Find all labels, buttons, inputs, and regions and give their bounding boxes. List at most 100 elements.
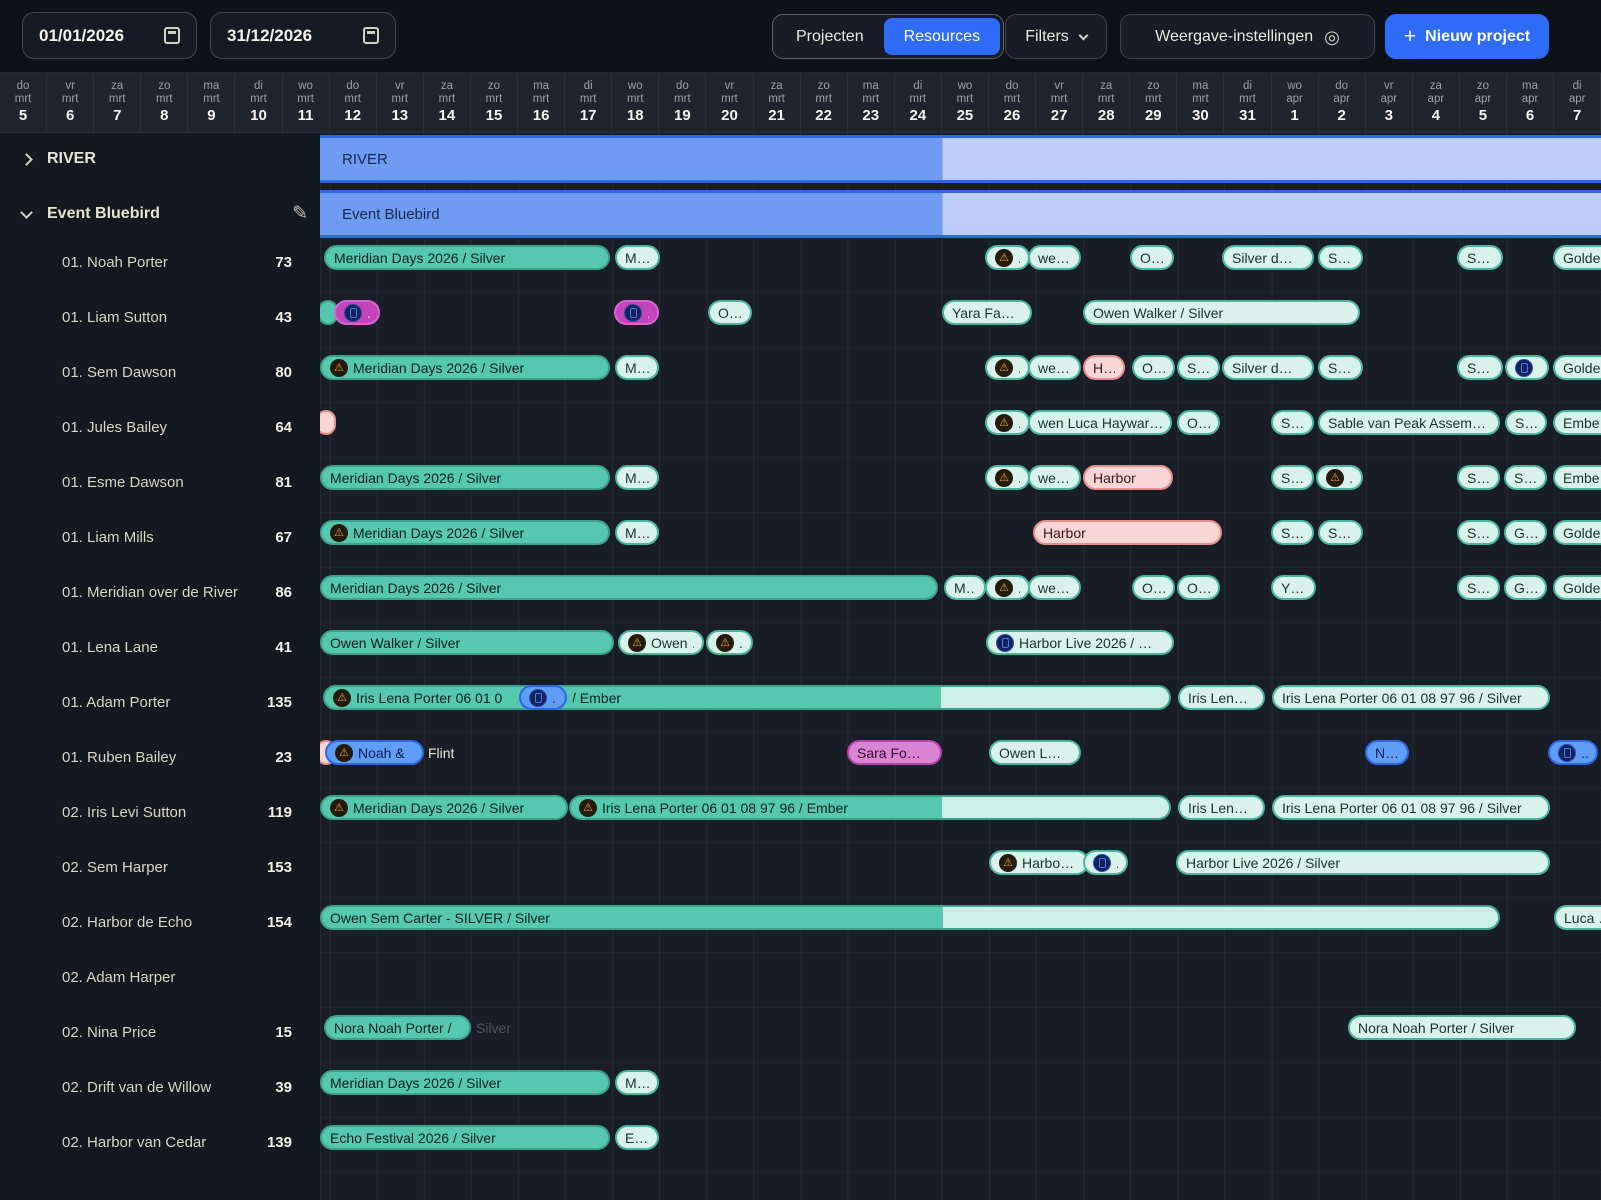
timeline-bar[interactable]: Meridian Days 2026 / Silver bbox=[320, 465, 610, 490]
timeline-bar[interactable]: Luca … bbox=[1554, 905, 1601, 930]
group-bar-event-bluebird[interactable]: Event Bluebird bbox=[320, 193, 1601, 235]
timeline-bar[interactable]: Iris Lena Porter 06 01 08 97 96 / Silver bbox=[1272, 685, 1550, 710]
resource-row[interactable]: 02. Adam Harper bbox=[0, 953, 320, 1008]
resource-row[interactable]: 01. Meridian over de River86 bbox=[0, 568, 320, 623]
timeline-bar[interactable]: Sara Fo… bbox=[847, 740, 942, 765]
resource-row[interactable]: 01. Adam Porter135 bbox=[0, 678, 320, 733]
timeline-bar[interactable]: ⚠Harbo… bbox=[989, 850, 1089, 875]
nieuw-project-button[interactable]: + Nieuw project bbox=[1385, 14, 1549, 59]
timeline-bar[interactable]: we… bbox=[1028, 245, 1081, 270]
timeline-bar[interactable]: Golde… bbox=[1553, 520, 1601, 545]
timeline-bar[interactable]: ⚠.. bbox=[985, 465, 1030, 490]
timeline-bar[interactable]: we… bbox=[1028, 355, 1081, 380]
timeline-bar[interactable]: wen Luca Haywar… bbox=[1028, 410, 1172, 435]
timeline-bar[interactable]: S… bbox=[1271, 465, 1314, 490]
timeline-bar[interactable]: Iris Len… bbox=[1178, 685, 1265, 710]
timeline-bar[interactable]: . bbox=[334, 300, 380, 325]
date-from-input[interactable]: 01/01/2026 bbox=[22, 12, 197, 59]
filters-button[interactable]: Filters bbox=[1005, 14, 1107, 59]
timeline-bar[interactable]: O… bbox=[1177, 410, 1220, 435]
timeline-bar[interactable]: Embe… bbox=[1553, 465, 1601, 490]
resource-row[interactable]: 02. Nina Price15 bbox=[0, 1008, 320, 1063]
timeline-bar[interactable]: Golde… bbox=[1553, 575, 1601, 600]
timeline-bar[interactable]: O… bbox=[1130, 245, 1174, 270]
timeline-bar[interactable]: S… bbox=[1457, 520, 1500, 545]
resource-row[interactable]: 01. Ruben Bailey23 bbox=[0, 733, 320, 788]
timeline-bar[interactable]: Harbor Live 2026 / Silver bbox=[1176, 850, 1550, 875]
timeline-bar[interactable]: O… bbox=[1132, 575, 1175, 600]
timeline-bar[interactable]: E… bbox=[615, 1125, 659, 1150]
timeline-bar[interactable]: Yara Fa… bbox=[942, 300, 1032, 325]
timeline-bar[interactable]: ⚠Meridian Days 2026 / Silver bbox=[320, 795, 568, 820]
timeline-bar[interactable]: .. bbox=[1548, 740, 1598, 765]
timeline-bar[interactable]: Y… bbox=[1271, 575, 1316, 600]
sidebar-group-river[interactable]: RIVER bbox=[0, 135, 320, 183]
timeline-bar[interactable]: S… bbox=[1271, 410, 1314, 435]
timeline-bar[interactable]: S… bbox=[1457, 575, 1500, 600]
timeline-bar[interactable]: N… bbox=[1365, 740, 1409, 765]
timeline-bar[interactable]: M… bbox=[615, 465, 659, 490]
timeline-bar[interactable]: Silver d… bbox=[1222, 245, 1314, 270]
timeline-bar[interactable]: Silver d… bbox=[1222, 355, 1314, 380]
timeline-bar[interactable]: Golde… bbox=[1553, 245, 1601, 270]
timeline-bar[interactable]: ⚠Noah & bbox=[325, 740, 424, 765]
resource-row[interactable]: 01. Liam Mills67 bbox=[0, 513, 320, 568]
timeline-bar[interactable]: O… bbox=[1132, 355, 1175, 380]
timeline-bar[interactable]: we… bbox=[1028, 465, 1081, 490]
timeline-bar[interactable]: Harbor Live 2026 / … bbox=[986, 630, 1174, 655]
resource-row[interactable]: 01. Jules Bailey64 bbox=[0, 403, 320, 458]
timeline-bar[interactable]: Nora Noah Porter / bbox=[324, 1015, 471, 1040]
resource-row[interactable]: 01. Noah Porter73 bbox=[0, 238, 320, 293]
timeline-bar[interactable]: Meridian Days 2026 / Silver bbox=[324, 245, 610, 270]
timeline-bar[interactable]: S… bbox=[1505, 410, 1547, 435]
timeline-bar[interactable]: S… bbox=[1457, 465, 1500, 490]
resource-row[interactable]: 02. Sem Harper153 bbox=[0, 843, 320, 898]
timeline-bar[interactable]: .. bbox=[614, 300, 659, 325]
weergave-instellingen-button[interactable]: Weergave-instellingen ◎ bbox=[1120, 14, 1375, 59]
projecten-tab[interactable]: Projecten bbox=[776, 18, 884, 55]
timeline-bar[interactable]: ⚠Meridian Days 2026 / Silver bbox=[320, 520, 610, 545]
timeline-bar[interactable]: ⚠Meridian Days 2026 / Silver bbox=[320, 355, 610, 380]
timeline-bar[interactable]: S… bbox=[1177, 355, 1220, 380]
timeline-bar[interactable]: Owen Walker / Silver bbox=[1083, 300, 1360, 325]
timeline-bar[interactable]: ⚠Iris Lena Porter 06 01 0 bbox=[323, 685, 1171, 710]
sidebar-group-event-bluebird[interactable]: Event Bluebird ✎ bbox=[0, 190, 320, 238]
timeline-bar[interactable]: ⚠Iris Lena Porter 06 01 08 97 96 / Ember bbox=[569, 795, 1171, 820]
timeline-bar[interactable]: Meridian Days 2026 / Silver bbox=[320, 1070, 610, 1095]
timeline-canvas[interactable]: RIVER Event Bluebird Meridian Days 2026 … bbox=[320, 133, 1601, 1200]
resource-row[interactable]: 02. Harbor van Cedar139 bbox=[0, 1118, 320, 1173]
resource-row[interactable]: 01. Lena Lane41 bbox=[0, 623, 320, 678]
timeline-bar[interactable]: M… bbox=[615, 1070, 659, 1095]
timeline-bar[interactable]: S… bbox=[1457, 245, 1503, 270]
timeline-bar[interactable]: S… bbox=[1504, 465, 1547, 490]
timeline-bar[interactable]: ⚠.. bbox=[985, 410, 1030, 435]
resource-row[interactable]: 02. Harbor de Echo154 bbox=[0, 898, 320, 953]
timeline-bar[interactable]: Owen Walker / Silver bbox=[320, 630, 614, 655]
timeline-bar[interactable]: M… bbox=[615, 245, 660, 270]
timeline-bar[interactable]: M… bbox=[944, 575, 986, 600]
resource-row[interactable]: 01. Esme Dawson81 bbox=[0, 458, 320, 513]
timeline-bar[interactable]: ⚠Owen … bbox=[618, 630, 704, 655]
timeline-bar[interactable]: S… bbox=[1318, 520, 1363, 545]
timeline-bar[interactable]: Iris Lena Porter 06 01 08 97 96 / Silver bbox=[1272, 795, 1550, 820]
timeline-bar[interactable]: ⚠.. bbox=[985, 575, 1030, 600]
timeline-bar[interactable]: S… bbox=[1457, 355, 1503, 380]
timeline-bar[interactable]: .. bbox=[1083, 850, 1128, 875]
timeline-bar[interactable]: M… bbox=[615, 520, 659, 545]
resource-row[interactable]: 02. Drift van de Willow39 bbox=[0, 1063, 320, 1118]
timeline-bar[interactable]: Nora Noah Porter / Silver bbox=[1348, 1015, 1576, 1040]
timeline-bar[interactable]: ⚠.. bbox=[706, 630, 753, 655]
group-bar-river[interactable]: RIVER bbox=[320, 138, 1601, 180]
resource-row[interactable]: 02. Iris Levi Sutton119 bbox=[0, 788, 320, 843]
timeline-bar[interactable]: .. bbox=[1505, 355, 1549, 380]
timeline-bar[interactable]: Owen L… bbox=[989, 740, 1081, 765]
resource-row[interactable]: 01. Liam Sutton43 bbox=[0, 293, 320, 348]
timeline-bar[interactable]: M… bbox=[615, 355, 659, 380]
timeline-bar[interactable]: Sable van Peak Assem… bbox=[1318, 410, 1500, 435]
timeline-bar[interactable]: Echo Festival 2026 / Silver bbox=[320, 1125, 610, 1150]
resource-row[interactable]: 01. Sem Dawson80 bbox=[0, 348, 320, 403]
timeline-bar[interactable]: we… bbox=[1028, 575, 1081, 600]
timeline-bar[interactable]: ⚠.. bbox=[985, 245, 1030, 270]
timeline-bar[interactable]: Owen Sem Carter - SILVER / Silver bbox=[320, 905, 1500, 930]
timeline-bar[interactable]: Iris Len… bbox=[1178, 795, 1265, 820]
